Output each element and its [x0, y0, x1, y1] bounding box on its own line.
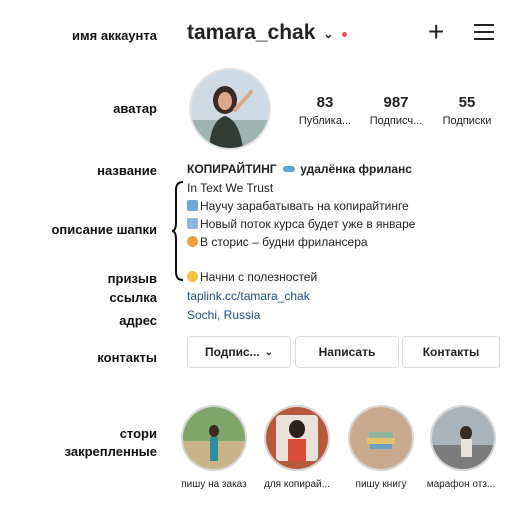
- stat-followers-label: Подписч...: [369, 115, 423, 127]
- avatar-photo: [191, 70, 269, 148]
- highlight-thumbnail: [266, 407, 328, 469]
- highlight-label: пишу книгу: [355, 479, 407, 490]
- highlight-label: марафон отз...: [426, 479, 496, 490]
- notification-dot: [342, 31, 348, 37]
- highlight-story[interactable]: [181, 405, 247, 471]
- annotation-avatar: аватар: [113, 101, 157, 116]
- highlight-thumbnail: [183, 407, 245, 469]
- bio-line: Новый поток курса будет уже в январе: [187, 216, 415, 233]
- stat-followers-value: 987: [383, 94, 409, 111]
- profile-title: КОПИРАЙТИНГ удалёнка фриланс: [187, 161, 412, 178]
- sparkles-emoji-icon: [187, 218, 198, 229]
- account-switcher[interactable]: tamara_chak ⌄: [187, 21, 348, 45]
- highlight-story[interactable]: [430, 405, 496, 471]
- highlight-story[interactable]: [348, 405, 414, 471]
- note-emoji-icon: [187, 200, 198, 211]
- highlight-story[interactable]: [264, 405, 330, 471]
- profile-link[interactable]: taplink.cc/tamara_chak: [187, 288, 310, 305]
- sun-emoji-icon: [187, 236, 198, 247]
- annotation-title: название: [97, 163, 157, 178]
- plus-icon[interactable]: +: [428, 17, 444, 47]
- annotation-contacts: контакты: [97, 350, 157, 365]
- annotation-link: ссылка: [109, 290, 157, 305]
- annotation-account-name: имя аккаунта: [72, 28, 157, 43]
- stat-posts[interactable]: 83 Публика...: [285, 94, 365, 127]
- bio-line: Научу зарабатывать на копирайтинге: [187, 198, 409, 215]
- username: tamara_chak: [187, 21, 316, 44]
- profile-category: удалёнка фриланс: [300, 162, 412, 176]
- stat-posts-label: Публика...: [298, 115, 352, 127]
- stat-following-label: Подписки: [442, 115, 492, 127]
- annotation-stories-pinned: закрепленные: [64, 444, 157, 459]
- wave-emoji-icon: [282, 166, 295, 172]
- contacts-button-label: Контакты: [422, 345, 480, 359]
- avatar[interactable]: [189, 68, 271, 150]
- highlight-label: для копирай...: [264, 479, 330, 490]
- annotation-header-description: описание шапки: [51, 222, 157, 237]
- stat-following-value: 55: [458, 94, 476, 111]
- profile-name: КОПИРАЙТИНГ: [187, 162, 277, 176]
- profile-address[interactable]: Sochi, Russia: [187, 307, 260, 324]
- subscribe-button-label: Подпис...: [204, 345, 260, 359]
- curly-brace: [171, 181, 184, 281]
- bio-line-cta: Начни с полезностей: [187, 269, 317, 286]
- menu-icon[interactable]: [474, 24, 494, 40]
- stat-posts-value: 83: [316, 94, 334, 111]
- contacts-button[interactable]: Контакты: [402, 336, 500, 368]
- stat-following[interactable]: 55 Подписки: [427, 94, 505, 127]
- message-button-label: Написать: [318, 345, 376, 359]
- highlight-label: пишу на заказ: [181, 479, 247, 490]
- chevron-down-icon: ⌄: [323, 27, 334, 41]
- hand-emoji-icon: [187, 271, 198, 282]
- highlight-thumbnail: [432, 407, 494, 469]
- subscribe-button[interactable]: Подпис... ⌄: [187, 336, 291, 368]
- message-button[interactable]: Написать: [295, 336, 399, 368]
- annotation-address: адрес: [119, 313, 157, 328]
- bio-line: В сторис – будни фрилансера: [187, 234, 368, 251]
- annotation-call-to-action: призыв: [107, 271, 157, 286]
- highlight-thumbnail: [350, 407, 412, 469]
- annotation-stories: стори: [119, 426, 157, 441]
- bio-line: In Text We Trust: [187, 181, 274, 195]
- chevron-down-icon: ⌄: [264, 346, 274, 358]
- stat-followers[interactable]: 987 Подписч...: [356, 94, 436, 127]
